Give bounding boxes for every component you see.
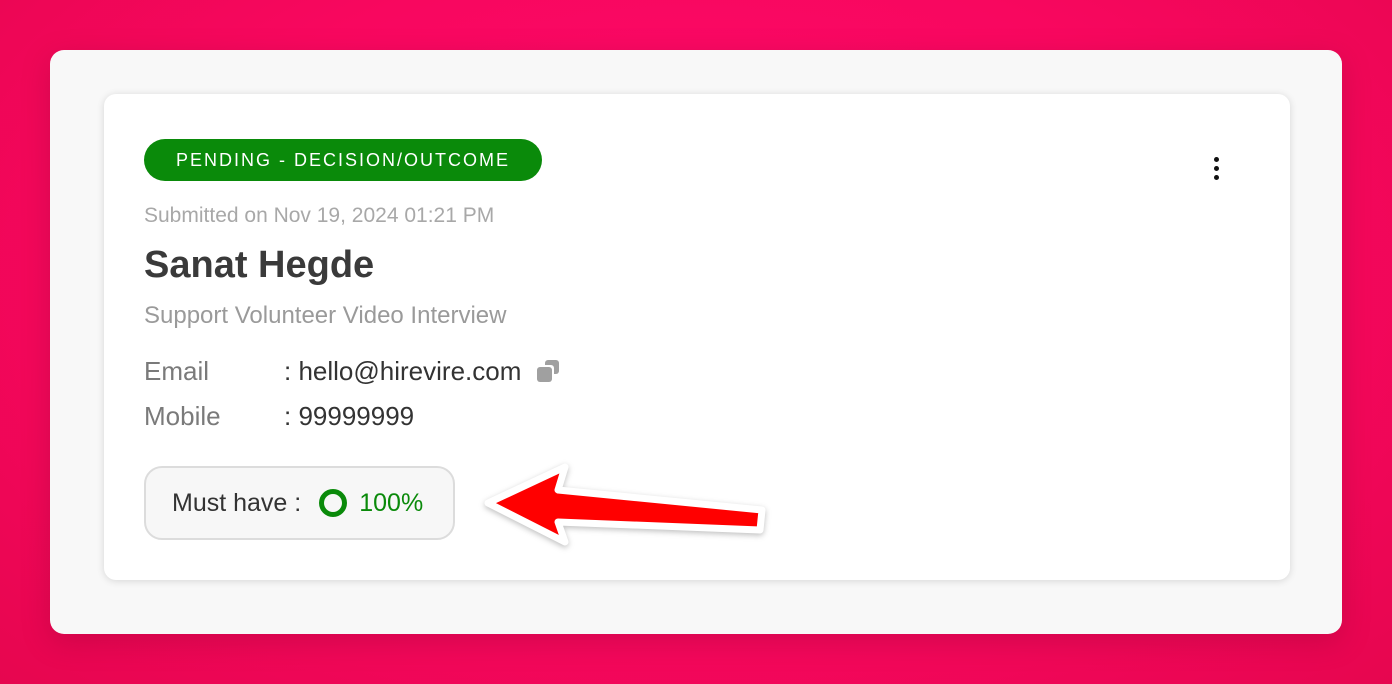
email-label: Email xyxy=(144,355,210,386)
must-have-label: Must have : xyxy=(172,488,302,517)
must-have-score[interactable]: Must have : 100% xyxy=(144,466,456,540)
interview-title: Support Volunteer Video Interview xyxy=(144,302,507,329)
more-vertical-icon[interactable] xyxy=(1204,152,1228,184)
menu-dot xyxy=(1213,165,1219,171)
menu-dot xyxy=(1213,156,1219,162)
copy-icon[interactable] xyxy=(537,360,560,382)
mobile-label: Mobile xyxy=(144,400,221,431)
mobile-row: Mobile : 99999999 xyxy=(144,399,414,433)
email-row: Email : hello@hirevire.com xyxy=(144,354,560,388)
status-badge: PENDING - DECISION/OUTCOME xyxy=(144,139,543,181)
menu-dot xyxy=(1213,174,1219,180)
ring-icon xyxy=(319,489,348,517)
mobile-value: : 99999999 xyxy=(284,400,415,431)
submitted-date: Submitted on Nov 19, 2024 01:21 PM xyxy=(144,204,495,227)
must-have-value: 100% xyxy=(359,488,424,517)
red-arrow-annotation xyxy=(484,463,766,546)
candidate-name: Sanat Hegde xyxy=(144,244,375,286)
email-value: : hello@hirevire.com xyxy=(284,355,522,386)
